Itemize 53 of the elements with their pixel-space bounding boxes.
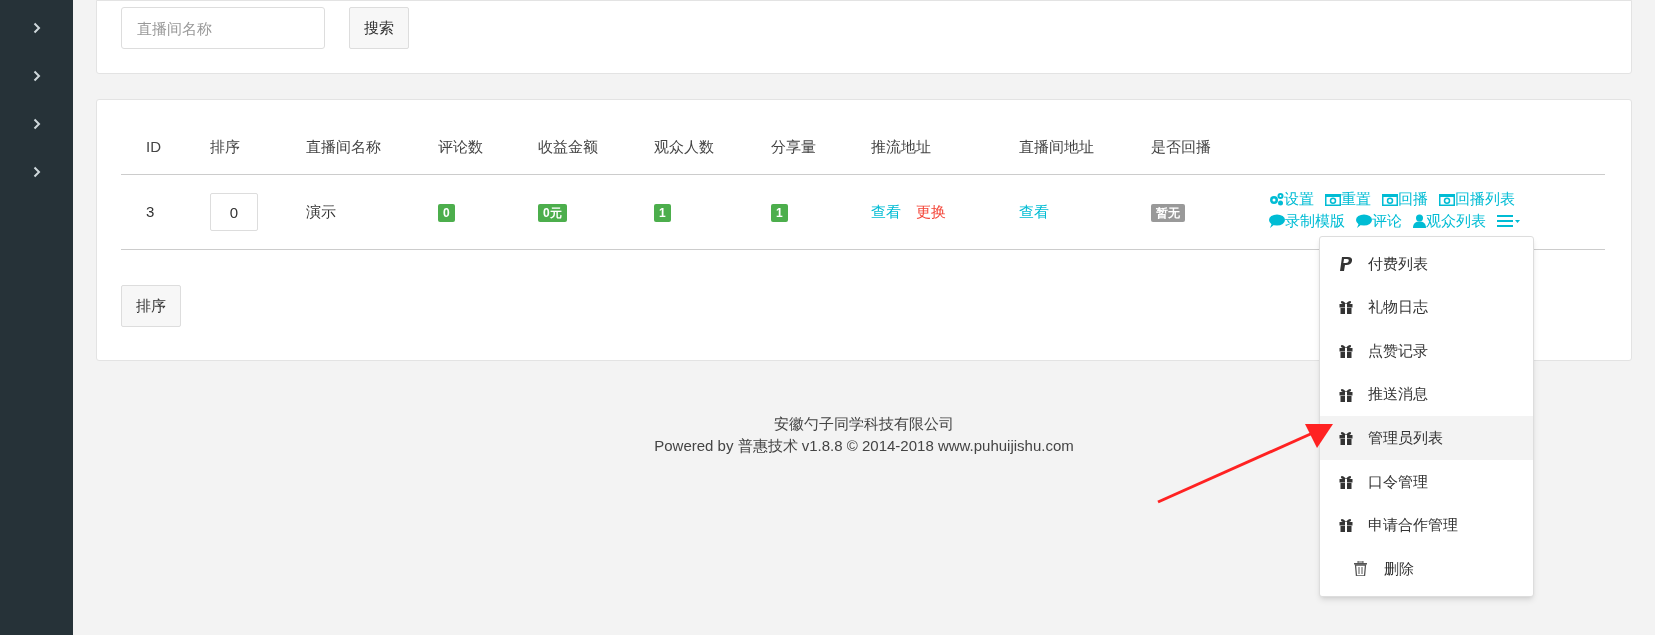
- trash-icon: [1352, 561, 1368, 577]
- camera-icon: [1382, 192, 1398, 206]
- gift-icon: [1338, 344, 1354, 358]
- chevron-icon[interactable]: [32, 118, 41, 130]
- company-name: 安徽勺子同学科技有限公司: [774, 414, 954, 434]
- camera-icon: [1325, 192, 1341, 206]
- column-header: 分享量: [771, 138, 816, 155]
- link[interactable]: 更换: [916, 202, 946, 220]
- table-cell: 演示: [306, 202, 336, 220]
- camera-icon: [1439, 192, 1455, 206]
- count-badge: 1: [654, 203, 671, 222]
- powered-by-text: Powered by 普惠技术 v1.8.8 © 2014-2018 www.puhuijishu.com: [654, 436, 1074, 456]
- menu-item[interactable]: 删除: [1320, 547, 1533, 591]
- chevron-icon[interactable]: [32, 70, 41, 82]
- search-field[interactable]: 直播间名称: [121, 7, 325, 49]
- gift-icon: [1338, 474, 1354, 489]
- gift-icon: [1338, 431, 1354, 446]
- column-header: 是否回播: [1151, 138, 1211, 155]
- menu-icon: [1497, 214, 1521, 228]
- menu-item[interactable]: 点赞记录: [1320, 329, 1533, 373]
- status-badge: 暂无: [1151, 203, 1185, 222]
- count-badge: 0: [438, 203, 455, 222]
- gift-icon: [1338, 300, 1354, 315]
- count-badge: 1: [771, 203, 788, 222]
- speech-bubble-icon: [1269, 214, 1285, 228]
- column-header: 直播间名称: [306, 138, 381, 155]
- column-header: 收益金额: [538, 138, 598, 155]
- sort-button[interactable]: 排序: [121, 285, 181, 327]
- menu-item[interactable]: 申请合作管理: [1320, 503, 1533, 548]
- column-header: 评论数: [438, 138, 483, 155]
- menu-item[interactable]: 口令管理: [1320, 459, 1533, 504]
- sort-input[interactable]: 0: [210, 193, 258, 231]
- menu-item[interactable]: 推送消息: [1320, 372, 1533, 417]
- menu-item[interactable]: 礼物日志: [1320, 285, 1533, 330]
- chevron-icon[interactable]: [32, 166, 41, 178]
- user-icon: [1413, 214, 1426, 228]
- count-badge: 0元: [538, 203, 567, 222]
- column-header: 直播间地址: [1019, 138, 1094, 155]
- gift-icon: [1338, 518, 1354, 533]
- table-cell: 3: [146, 202, 155, 220]
- gears-icon: [1269, 192, 1284, 206]
- column-header: 推流地址: [871, 138, 931, 155]
- payment-icon: [1338, 255, 1354, 272]
- menu-item[interactable]: 管理员列表: [1320, 416, 1533, 460]
- gift-icon: [1338, 387, 1354, 402]
- speech-bubble-icon: [1356, 214, 1372, 228]
- menu-toggle[interactable]: [1497, 214, 1521, 228]
- column-header: 观众人数: [654, 138, 714, 155]
- chevron-icon[interactable]: [32, 22, 41, 34]
- menu-item[interactable]: 付费列表: [1320, 242, 1533, 286]
- search-button[interactable]: 搜索: [349, 7, 409, 49]
- column-header: 排序: [210, 138, 240, 155]
- column-header: ID: [146, 138, 161, 155]
